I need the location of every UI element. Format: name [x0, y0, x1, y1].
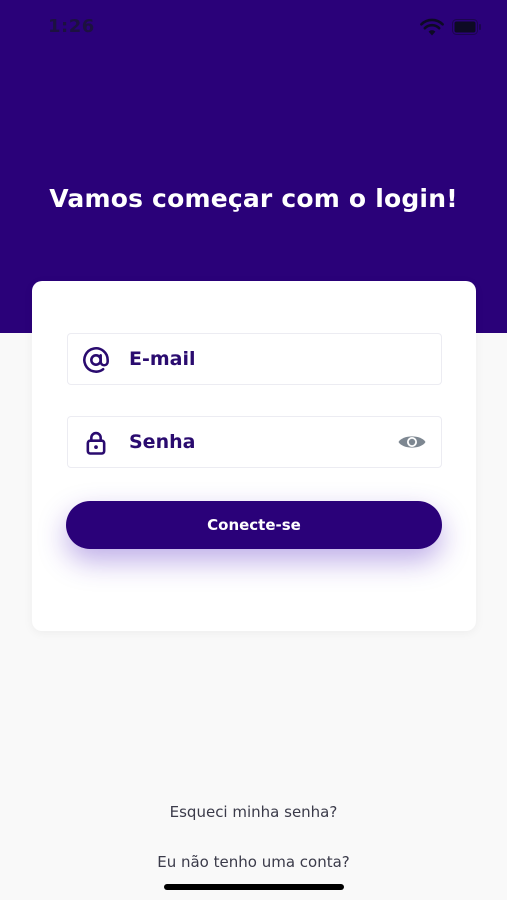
login-button[interactable]: Conecte-se [66, 501, 442, 549]
lock-icon [82, 429, 110, 461]
home-indicator [164, 884, 344, 890]
wifi-icon [420, 18, 444, 40]
at-sign-icon [82, 346, 110, 378]
eye-icon[interactable] [397, 432, 427, 456]
status-time: 1:26 [48, 16, 95, 37]
no-account-link[interactable]: Eu não tenho uma conta? [0, 853, 507, 871]
email-placeholder: E-mail [129, 348, 196, 370]
login-card: E-mail Senha Conecte-se [32, 281, 476, 631]
page-title: Vamos começar com o login! [49, 184, 458, 213]
status-bar: 1:26 [0, 0, 507, 56]
password-field[interactable]: Senha [67, 416, 442, 468]
forgot-password-link[interactable]: Esqueci minha senha? [0, 803, 507, 821]
battery-icon [452, 19, 482, 39]
password-placeholder: Senha [129, 431, 196, 453]
email-field[interactable]: E-mail [67, 333, 442, 385]
